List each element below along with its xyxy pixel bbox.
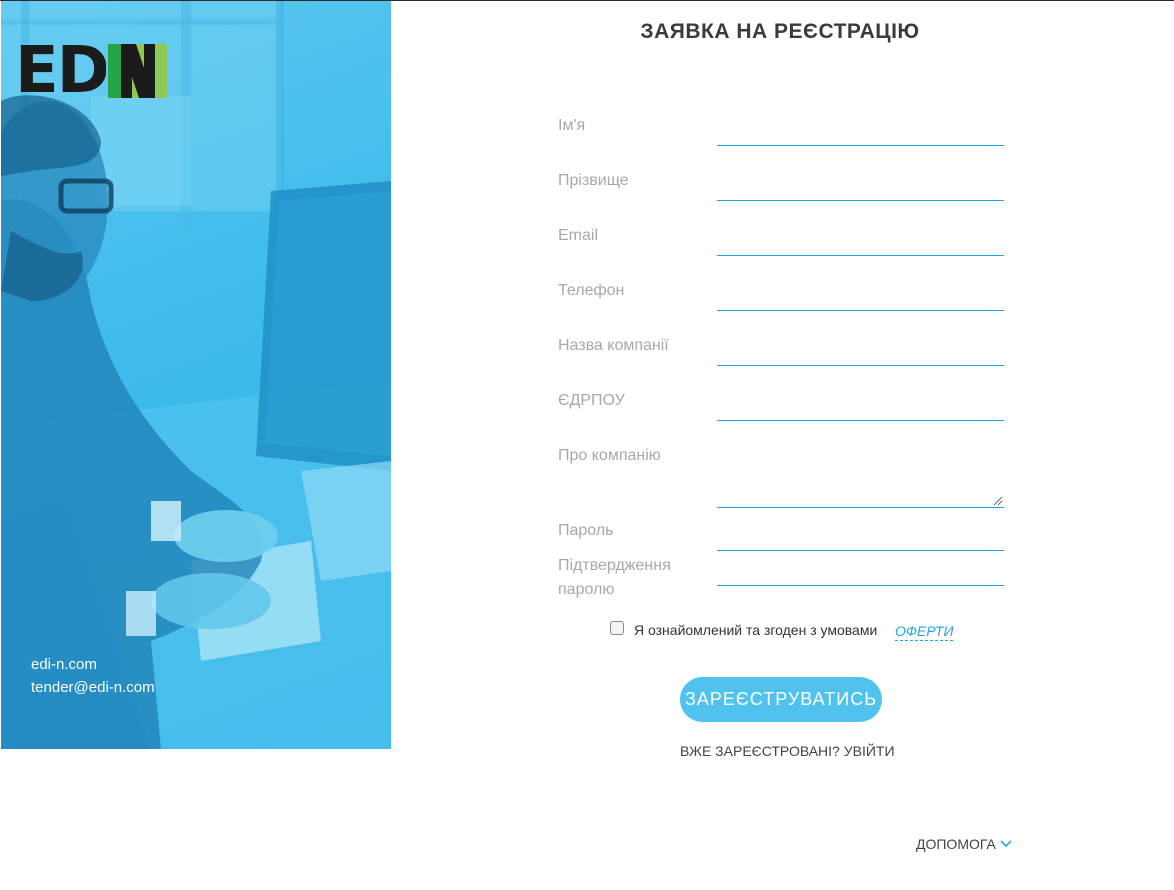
website-link[interactable]: edi-n.com — [31, 653, 155, 676]
first-name-input[interactable] — [717, 122, 1004, 146]
agree-text: Я ознайомлений та згоден з умовами — [634, 622, 878, 638]
email-link[interactable]: tender@edi-n.com — [31, 676, 155, 699]
logo-wordmark: ED — [15, 44, 106, 98]
agree-checkbox[interactable] — [610, 621, 624, 635]
email-label: Email — [558, 227, 599, 244]
login-link[interactable]: ВЖЕ ЗАРЕЄСТРОВАНІ? УВІЙТИ — [680, 743, 895, 759]
last-name-input[interactable] — [717, 177, 1004, 201]
first-name-label: Ім'я — [558, 117, 586, 134]
contacts: edi-n.com tender@edi-n.com — [31, 653, 155, 699]
brand-panel: ED edi-n.com tender@edi-n.com — [1, 1, 391, 749]
email-input[interactable] — [717, 232, 1004, 256]
company-name-input[interactable] — [717, 342, 1004, 366]
logo-n-mark — [107, 44, 167, 98]
help-label: ДОПОМОГА — [916, 836, 996, 852]
confirm-password-input[interactable] — [717, 562, 1004, 586]
password-input[interactable] — [717, 527, 1004, 551]
confirm-password-label-line1: Підтвердження — [558, 557, 671, 574]
register-button[interactable]: ЗАРЕЄСТРУВАТИСЬ — [680, 677, 882, 722]
background-photo — [1, 1, 391, 749]
help-dropdown[interactable]: ДОПОМОГА — [916, 836, 1012, 852]
phone-input[interactable] — [717, 287, 1004, 311]
resize-grip-icon[interactable] — [992, 495, 1003, 506]
password-label: Пароль — [558, 522, 614, 539]
edrpou-label: ЄДРПОУ — [558, 392, 625, 409]
edrpou-input[interactable] — [717, 397, 1004, 421]
confirm-password-label: Підтвердження паролю — [558, 554, 671, 602]
page-title: ЗАЯВКА НА РЕЄСТРАЦІЮ — [640, 20, 920, 43]
company-name-label: Назва компанії — [558, 337, 669, 354]
edin-logo: ED — [15, 44, 167, 98]
last-name-label: Прізвище — [558, 172, 629, 189]
phone-label: Телефон — [558, 282, 625, 299]
about-company-label: Про компанію — [558, 447, 661, 464]
about-company-textarea[interactable] — [717, 449, 1004, 508]
offer-link[interactable]: ОФЕРТИ — [895, 622, 954, 641]
chevron-down-icon — [1000, 840, 1012, 848]
confirm-password-label-line2: паролю — [558, 581, 615, 598]
